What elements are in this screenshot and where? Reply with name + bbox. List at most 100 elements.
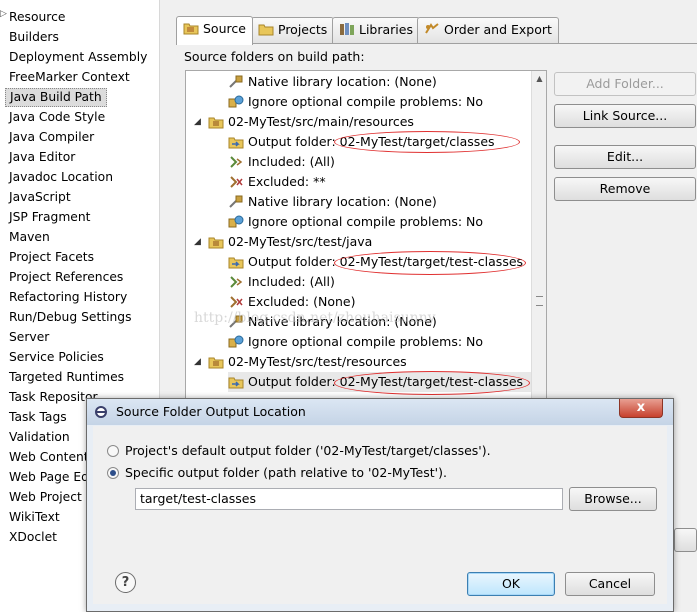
library-icon xyxy=(340,23,354,35)
scrollbar-grip-icon[interactable] xyxy=(536,296,543,306)
order-export-icon xyxy=(425,23,439,34)
tab-libraries[interactable]: Libraries xyxy=(332,17,420,43)
output-folder-icon xyxy=(228,255,244,269)
list-item[interactable]: Maven xyxy=(9,228,50,247)
tab-label: Order and Export xyxy=(444,22,552,37)
list-item[interactable]: Validation xyxy=(9,428,70,447)
dialog-title: Source Folder Output Location xyxy=(116,404,306,419)
tree-row-label: Ignore optional compile problems: No xyxy=(248,94,484,109)
tab-label: Source xyxy=(203,21,246,36)
tab-order-and-export[interactable]: Order and Export xyxy=(417,17,559,43)
list-item[interactable]: Server xyxy=(9,328,49,347)
specific-output-label: Specific output folder (path relative to… xyxy=(125,465,447,480)
included-icon xyxy=(228,155,244,169)
tab-source[interactable]: Source xyxy=(176,16,253,45)
hidden-button-edge[interactable] xyxy=(674,528,697,552)
tree-row-label: Output folder: 02-MyTest/target/test-cla… xyxy=(248,254,524,269)
tree-row-label: Output folder: 02-MyTest/target/classes xyxy=(248,134,495,149)
eclipse-icon xyxy=(95,406,107,418)
list-item[interactable]: Java Compiler xyxy=(9,128,94,147)
ok-button[interactable]: OK xyxy=(467,572,555,596)
output-folder-icon xyxy=(228,135,244,149)
source-folder-icon xyxy=(183,23,199,35)
tree-row-label: Included: (All) xyxy=(248,274,335,289)
output-folder-icon xyxy=(228,375,244,389)
tree-row-label: Excluded: ** xyxy=(248,174,326,189)
collapse-arrow-icon[interactable]: ◢ xyxy=(194,232,201,252)
list-item[interactable]: Web Project S xyxy=(9,488,94,507)
tree-row-label: Native library location: (None) xyxy=(248,74,437,89)
list-item[interactable]: Project References xyxy=(9,268,123,287)
tab-label: Libraries xyxy=(359,22,413,37)
excluded-icon xyxy=(228,295,244,309)
list-item[interactable]: Targeted Runtimes xyxy=(9,368,124,387)
list-item[interactable]: JSP Fragment xyxy=(9,208,91,227)
watermark: http://blog.csdn.net/zhouhaisunny xyxy=(194,310,436,326)
browse-button[interactable]: Browse... xyxy=(569,487,657,511)
list-item[interactable]: Deployment Assembly xyxy=(9,48,147,67)
package-folder-icon xyxy=(208,115,224,129)
scroll-up-arrow-icon[interactable]: ▲ xyxy=(532,71,547,86)
source-folders-label: Source folders on build path: xyxy=(184,49,365,64)
tree-row-label: Excluded: (None) xyxy=(248,294,356,309)
list-item[interactable]: Web Content xyxy=(9,448,89,467)
list-item[interactable]: Project Facets xyxy=(9,248,94,267)
tree-row-label: 02-MyTest/src/test/resources xyxy=(228,354,407,369)
list-item[interactable]: Builders xyxy=(9,28,59,47)
package-folder-icon xyxy=(208,235,224,249)
list-item[interactable]: XDoclet xyxy=(9,528,57,547)
tree-row-label: 02-MyTest/src/main/resources xyxy=(228,114,414,129)
tree-row-label: Ignore optional compile problems: No xyxy=(248,334,484,349)
list-item[interactable]: Java Build Path xyxy=(5,88,107,107)
project-icon xyxy=(258,24,274,36)
list-item[interactable]: Javadoc Location xyxy=(9,168,113,187)
ignore-problems-icon xyxy=(228,335,244,349)
collapse-arrow-icon[interactable]: ◢ xyxy=(194,352,201,372)
package-folder-icon xyxy=(208,355,224,369)
radio-button-specific[interactable] xyxy=(107,467,119,479)
source-folder-tree[interactable]: Native library location: (None) Ignore op… xyxy=(185,70,547,400)
tree-row-label: Output folder: 02-MyTest/target/test-cla… xyxy=(248,374,524,389)
included-icon xyxy=(228,275,244,289)
tab-divider xyxy=(176,43,697,44)
tree-row-label: Ignore optional compile problems: No xyxy=(248,214,484,229)
list-item[interactable]: WikiText xyxy=(9,508,60,527)
radio-button-default[interactable] xyxy=(107,445,119,457)
list-item[interactable]: Java Editor xyxy=(9,148,75,167)
help-icon[interactable]: ? xyxy=(115,572,136,593)
ignore-problems-icon xyxy=(228,95,244,109)
tree-row-label: 02-MyTest/src/test/java xyxy=(228,234,373,249)
collapse-arrow-icon[interactable]: ◢ xyxy=(194,112,201,132)
list-item[interactable]: Task Tags xyxy=(9,408,67,427)
ignore-problems-icon xyxy=(228,215,244,229)
dialog-title-bar[interactable]: Source Folder Output Location x xyxy=(87,399,673,425)
native-library-icon xyxy=(228,195,244,209)
tree-row-label: Included: (All) xyxy=(248,154,335,169)
expand-arrow-icon[interactable]: ▷ xyxy=(0,9,7,19)
output-location-dialog: Source Folder Output Location x Project'… xyxy=(86,398,674,612)
list-item[interactable]: Web Page Ed xyxy=(9,468,89,487)
list-item[interactable]: FreeMarker Context xyxy=(9,68,130,87)
excluded-icon xyxy=(228,175,244,189)
remove-button[interactable]: Remove xyxy=(554,177,696,201)
list-item[interactable]: Run/Debug Settings xyxy=(9,308,132,327)
dialog-body: Project's default output folder ('02-MyT… xyxy=(93,426,667,604)
tab-projects[interactable]: Projects xyxy=(251,17,335,43)
tree-row-label: Native library location: (None) xyxy=(248,194,437,209)
tree-scrollbar[interactable]: ▲ xyxy=(531,71,546,399)
close-icon[interactable]: x xyxy=(619,399,663,418)
list-item[interactable]: Refactoring History xyxy=(9,288,127,307)
native-library-icon xyxy=(228,75,244,89)
list-item[interactable]: Service Policies xyxy=(9,348,104,367)
list-item[interactable]: JavaScript xyxy=(9,188,71,207)
add-folder-button[interactable]: Add Folder... xyxy=(554,72,696,96)
tab-label: Projects xyxy=(278,22,328,37)
list-item[interactable]: Resource xyxy=(9,8,65,27)
list-item[interactable]: Task Repositor xyxy=(9,388,98,407)
output-folder-input[interactable]: target/test-classes xyxy=(135,488,563,510)
edit-button[interactable]: Edit... xyxy=(554,145,696,169)
tree-row[interactable]: Output folder: 02-MyTest/target/test-cla… xyxy=(228,372,546,392)
cancel-button[interactable]: Cancel xyxy=(565,572,655,596)
link-source-button[interactable]: Link Source... xyxy=(554,104,696,128)
list-item[interactable]: Java Code Style xyxy=(9,108,105,127)
